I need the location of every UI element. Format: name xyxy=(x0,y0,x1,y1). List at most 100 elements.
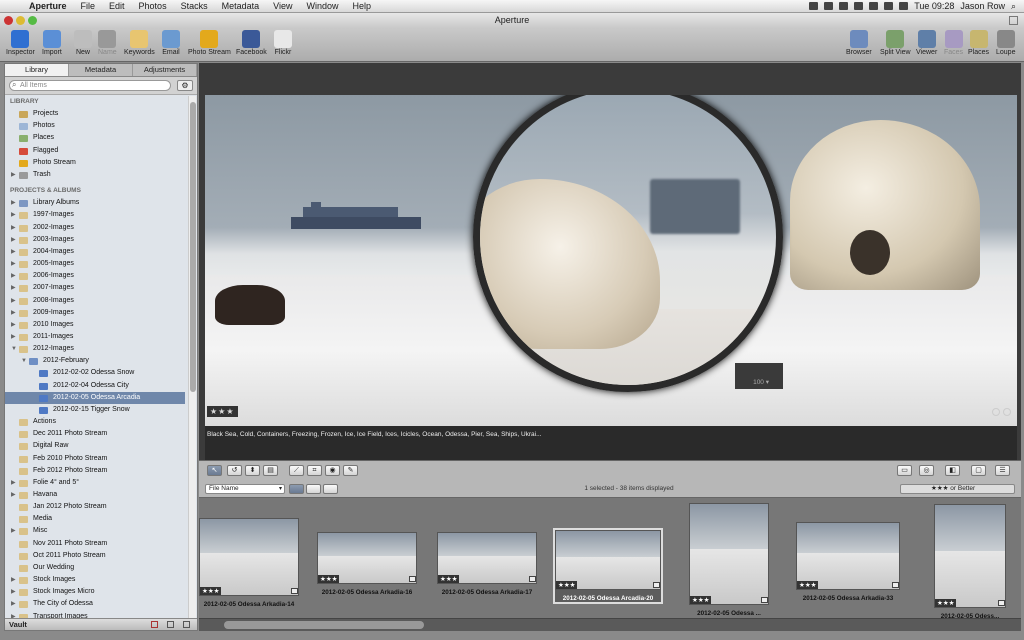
thumbnail-badge-icon[interactable] xyxy=(998,600,1005,606)
vault-add-icon[interactable] xyxy=(167,621,174,628)
filmstrip-thumbnail[interactable]: ★★★ 2012-02-05 Odessa Arkadia-16 xyxy=(317,532,417,596)
status-icon[interactable] xyxy=(809,2,819,10)
filmstrip-thumbnail[interactable]: ★★★ 2012-02-05 Odessa Arkadia-17 xyxy=(437,532,537,596)
project-item[interactable]: Actions xyxy=(5,416,185,428)
volume-icon[interactable] xyxy=(884,2,894,10)
disclosure-closed-icon[interactable]: ▶ xyxy=(11,307,17,319)
menubar-clock[interactable]: Tue 09:28 xyxy=(914,1,954,11)
toolbar-split-view-button[interactable]: Split View xyxy=(880,30,911,56)
toolbar-places-button[interactable]: Places xyxy=(968,30,989,56)
crop-tool-icon[interactable]: ⌗ xyxy=(307,465,322,476)
disclosure-open-icon[interactable]: ▼ xyxy=(21,355,27,367)
disclosure-closed-icon[interactable]: ▶ xyxy=(11,234,17,246)
project-item[interactable]: Nov 2011 Photo Stream xyxy=(5,538,185,550)
zoom-window-icon[interactable] xyxy=(28,16,37,25)
disclosure-closed-icon[interactable]: ▶ xyxy=(11,169,17,181)
disclosure-closed-icon[interactable]: ▶ xyxy=(11,586,17,598)
menu-file[interactable]: File xyxy=(74,1,103,11)
minimize-window-icon[interactable] xyxy=(16,16,25,25)
disclosure-closed-icon[interactable]: ▶ xyxy=(11,598,17,610)
list-view-icon[interactable]: ☰ xyxy=(995,465,1010,476)
thumbnail-badge-icon[interactable] xyxy=(761,597,768,603)
image-viewer[interactable]: 100 ▾ ★★★ Black Sea, Cold, Containers, F… xyxy=(205,95,1017,493)
project-item[interactable]: ▼ 2012-February xyxy=(5,355,185,367)
project-item[interactable]: ▶ Misc xyxy=(5,525,185,537)
project-item[interactable]: ▶ Library Albums xyxy=(5,197,185,209)
dual-display-icon[interactable]: ◧ xyxy=(945,465,960,476)
sidebar-item-photo-stream[interactable]: Photo Stream xyxy=(5,157,185,169)
select-tool-icon[interactable]: ↖ xyxy=(207,465,222,476)
tab-metadata[interactable]: Metadata xyxy=(69,64,133,76)
sidebar-item-photos[interactable]: Photos xyxy=(5,120,185,132)
toolbar-keywords-button[interactable]: Keywords xyxy=(124,30,155,56)
rating-filter[interactable]: ★★★ or Better xyxy=(900,484,1015,494)
filmstrip-thumbnail[interactable]: ★★★ 2012-02-05 Odessa Arcadia-20 xyxy=(553,528,663,604)
thumbnail-badge-icon[interactable] xyxy=(529,576,536,582)
tab-library[interactable]: Library xyxy=(5,64,69,76)
toolbar-facebook-button[interactable]: Facebook xyxy=(236,30,267,56)
disclosure-closed-icon[interactable]: ▶ xyxy=(11,295,17,307)
keyword-badge-icon[interactable] xyxy=(1003,408,1011,416)
project-item[interactable]: 2012-02-15 Tigger Snow xyxy=(5,404,185,416)
thumbnail-image[interactable] xyxy=(934,504,1006,608)
project-item[interactable]: 2012-02-04 Odessa City xyxy=(5,380,185,392)
project-item[interactable]: Digital Raw xyxy=(5,440,185,452)
sync-icon[interactable] xyxy=(824,2,834,10)
stamp-tool-icon[interactable]: ▤ xyxy=(263,465,278,476)
primary-only-icon[interactable]: ▢ xyxy=(971,465,986,476)
sidebar-scroll-thumb[interactable] xyxy=(190,102,196,392)
toolbar-photo-stream-button[interactable]: Photo Stream xyxy=(188,30,231,56)
menu-photos[interactable]: Photos xyxy=(132,1,174,11)
rotate-left-tool-icon[interactable]: ↺ xyxy=(227,465,242,476)
project-item[interactable]: ▶ 2008-Images xyxy=(5,295,185,307)
project-item[interactable]: ▶ Havana xyxy=(5,489,185,501)
sidebar-item-places[interactable]: Places xyxy=(5,132,185,144)
bluetooth-icon[interactable] xyxy=(854,2,864,10)
thumbnail-rating[interactable]: ★★★ xyxy=(797,581,819,589)
project-item[interactable]: ▶ 2004-Images xyxy=(5,246,185,258)
wifi-icon[interactable] xyxy=(869,2,879,10)
disclosure-closed-icon[interactable]: ▶ xyxy=(11,246,17,258)
disclosure-closed-icon[interactable]: ▶ xyxy=(11,270,17,282)
sidebar-scrollbar[interactable] xyxy=(188,96,196,620)
project-item[interactable]: ▶ Stock Images xyxy=(5,574,185,586)
thumbnail-rating[interactable]: ★★★ xyxy=(200,587,222,595)
thumbnail-badge-icon[interactable] xyxy=(892,582,899,588)
spotlight-icon[interactable]: ⌕ xyxy=(1011,1,1016,12)
menu-view[interactable]: View xyxy=(266,1,299,11)
thumbnail-image[interactable] xyxy=(796,522,900,590)
red-eye-tool-icon[interactable]: ◉ xyxy=(325,465,340,476)
filmstrip-thumbnail[interactable]: ★★★ 2012-02-05 Odessa Arkadia-33 xyxy=(796,522,900,602)
project-item[interactable]: ▶ 2002-Images xyxy=(5,222,185,234)
viewer-rating[interactable]: ★★★ xyxy=(207,406,238,417)
disclosure-closed-icon[interactable]: ▶ xyxy=(11,258,17,270)
filmstrip-thumbnail[interactable]: ★★★ 2012-02-05 Odessa ... xyxy=(689,503,769,617)
disclosure-closed-icon[interactable]: ▶ xyxy=(11,222,17,234)
loupe-magnifier[interactable] xyxy=(473,95,783,392)
project-item[interactable]: ▶ 2006-Images xyxy=(5,270,185,282)
fullscreen-icon[interactable] xyxy=(1009,16,1018,25)
thumbnail-rating[interactable]: ★★★ xyxy=(438,575,460,583)
adjustment-badge-icon[interactable] xyxy=(992,408,1000,416)
sidebar-item-trash[interactable]: ▶ Trash xyxy=(5,169,185,181)
toolbar-new-button[interactable]: New xyxy=(74,30,92,56)
project-item[interactable]: Dec 2011 Photo Stream xyxy=(5,428,185,440)
project-item[interactable]: ▶ 2011-Images xyxy=(5,331,185,343)
project-item[interactable]: 2012-02-02 Odessa Snow xyxy=(5,367,185,379)
project-item[interactable]: ▶ 2010 Images xyxy=(5,319,185,331)
disclosure-closed-icon[interactable]: ▶ xyxy=(11,209,17,221)
menu-metadata[interactable]: Metadata xyxy=(215,1,267,11)
toolbar-flickr-button[interactable]: Flickr xyxy=(274,30,292,56)
disclosure-closed-icon[interactable]: ▶ xyxy=(11,319,17,331)
sidebar-item-projects[interactable]: Projects xyxy=(5,108,185,120)
quick-preview-icon[interactable]: ▭ xyxy=(897,465,912,476)
project-item[interactable]: ▶ 2003-Images xyxy=(5,234,185,246)
project-item[interactable]: ▶ Folie 4° and 5° xyxy=(5,477,185,489)
project-item[interactable]: ▼ 2012-Images xyxy=(5,343,185,355)
tab-adjustments[interactable]: Adjustments xyxy=(133,64,197,76)
disclosure-open-icon[interactable]: ▼ xyxy=(11,343,17,355)
sort-select[interactable]: File Name xyxy=(205,484,285,494)
disclosure-closed-icon[interactable]: ▶ xyxy=(11,574,17,586)
project-item[interactable]: Jan 2012 Photo Stream xyxy=(5,501,185,513)
toolbar-inspector-button[interactable]: Inspector xyxy=(6,30,35,56)
